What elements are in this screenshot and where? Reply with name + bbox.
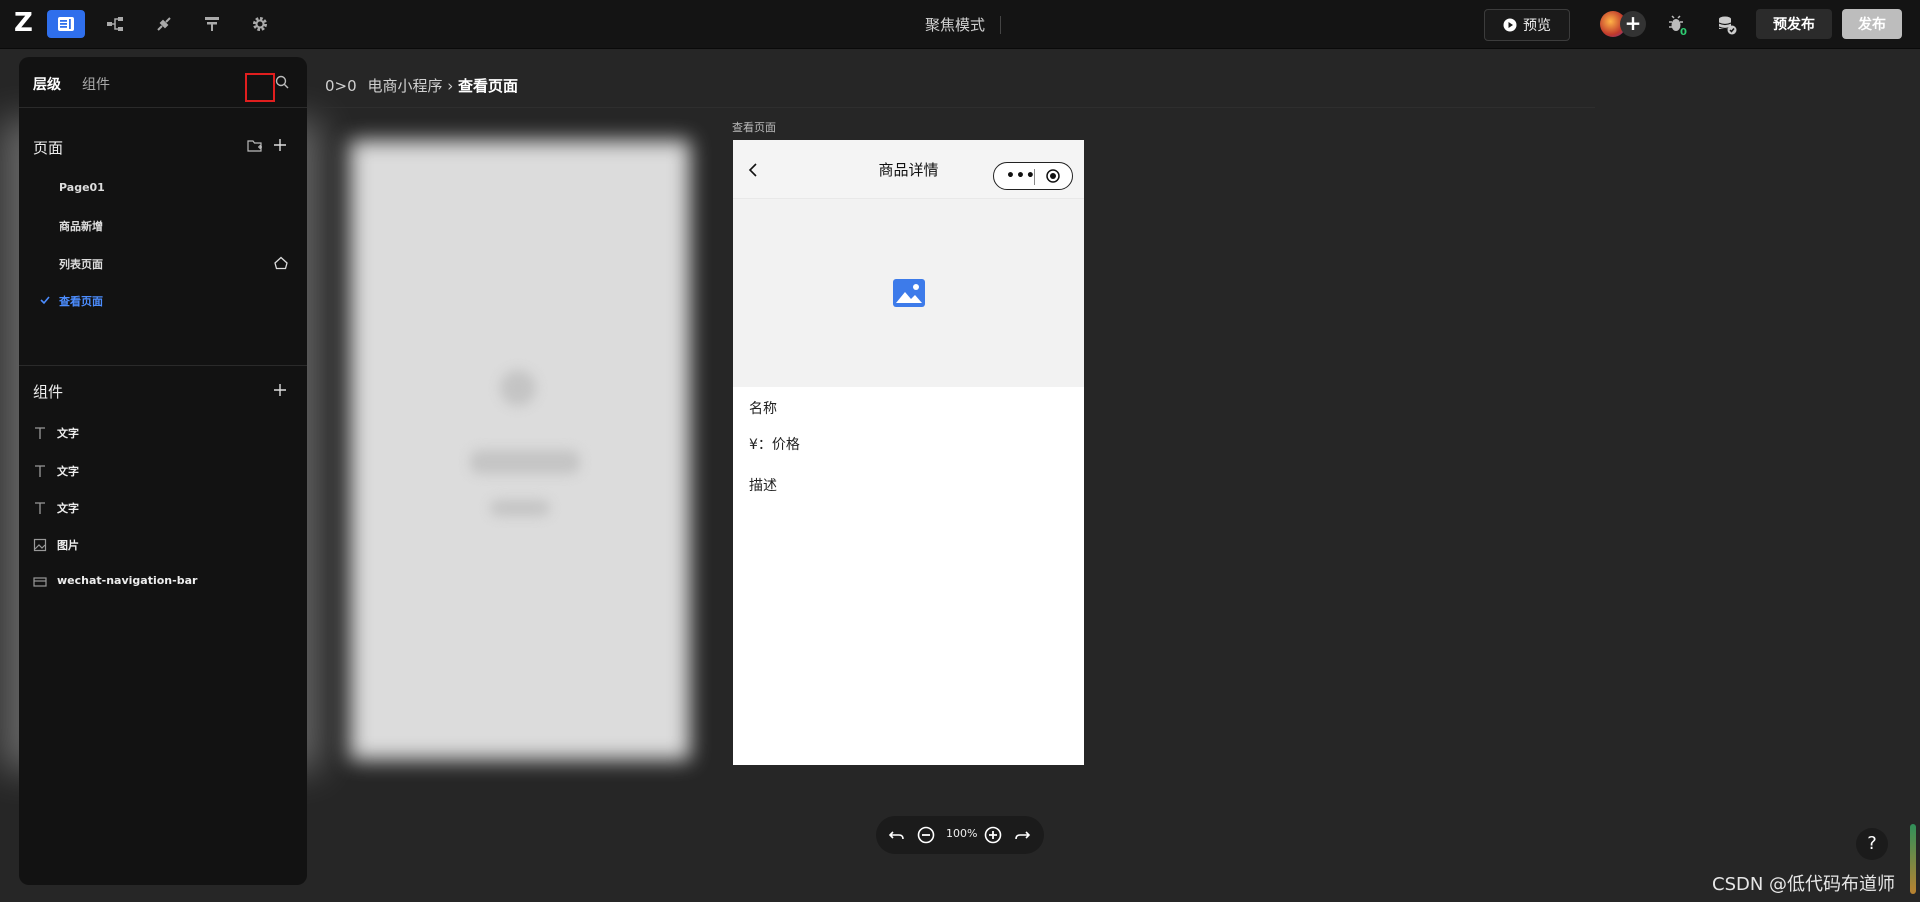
plugin-button[interactable] — [145, 10, 183, 38]
divider — [320, 107, 1595, 108]
zoom-out-icon[interactable] — [917, 826, 935, 844]
new-folder-icon[interactable] — [247, 138, 263, 154]
redo-icon[interactable] — [1013, 826, 1031, 844]
database-button[interactable] — [1714, 12, 1740, 38]
home-icon[interactable] — [273, 255, 289, 271]
blurred-dot — [500, 370, 536, 406]
tab-layers[interactable]: 层级 — [33, 74, 61, 94]
product-price-text[interactable]: ¥：价格 — [749, 434, 800, 454]
pages-section-title: 页面 — [33, 139, 64, 157]
zoom-in-icon[interactable] — [984, 826, 1002, 844]
text-icon — [35, 427, 45, 439]
svg-text:0: 0 — [1680, 27, 1687, 36]
divider — [1034, 169, 1035, 185]
database-icon — [1718, 16, 1737, 35]
database-table-icon — [205, 17, 219, 31]
add-collaborator-button[interactable]: + — [1620, 11, 1646, 37]
plug-icon — [157, 17, 171, 31]
flow-icon — [107, 17, 123, 31]
add-page-button[interactable] — [272, 137, 288, 153]
breadcrumb-app[interactable]: 电商小程序 — [367, 77, 442, 95]
blurred-dot — [470, 450, 580, 474]
more-icon[interactable]: ••• — [1006, 169, 1036, 183]
blurred-dot — [490, 500, 550, 516]
tab-components[interactable]: 组件 — [82, 74, 110, 94]
watermark: CSDN @低代码布道师 — [1712, 874, 1896, 895]
product-description-text[interactable]: 描述 — [749, 475, 777, 495]
add-component-button[interactable] — [272, 382, 288, 398]
image-placeholder-icon — [893, 279, 925, 307]
settings-button[interactable] — [241, 10, 279, 38]
page-item[interactable]: 列表页面 — [59, 256, 103, 272]
component-item[interactable]: 文字 — [57, 500, 79, 516]
pages-view-button[interactable] — [47, 10, 85, 38]
product-image[interactable] — [733, 199, 1084, 387]
page-canvas[interactable]: 商品详情 ••• 名称 ¥：价格 描述 — [733, 140, 1084, 765]
product-name-text[interactable]: 名称 — [749, 398, 777, 418]
breadcrumb: 0>0 电商小程序 › 查看页面 — [325, 75, 518, 96]
page-item-active[interactable]: 查看页面 — [59, 293, 103, 309]
component-item[interactable]: 图片 — [57, 537, 79, 553]
navigation-bar-icon — [33, 577, 47, 587]
help-button[interactable]: ? — [1856, 828, 1888, 860]
breadcrumb-root[interactable]: 0>0 — [325, 77, 357, 95]
divider — [19, 365, 307, 366]
bug-icon: 0 — [1669, 15, 1687, 36]
divider — [1000, 16, 1001, 34]
mini-program-capsule[interactable]: ••• — [993, 162, 1073, 190]
page-frame-label: 查看页面 — [732, 121, 776, 134]
preview-label: 预览 — [1523, 18, 1551, 34]
add-page-highlight — [245, 73, 275, 102]
debug-button[interactable]: 0 — [1664, 12, 1690, 38]
logic-flow-button[interactable] — [96, 10, 134, 38]
check-icon — [40, 296, 50, 305]
components-section-title: 组件 — [33, 383, 64, 401]
zoom-toolbar: 100% — [876, 816, 1044, 854]
close-target-icon[interactable] — [1046, 169, 1060, 183]
publish-button[interactable]: 发布 — [1842, 9, 1902, 39]
breadcrumb-current: 查看页面 — [458, 77, 519, 95]
component-item[interactable]: 文字 — [57, 463, 79, 479]
app-logo[interactable]: Z — [14, 10, 38, 36]
zoom-level[interactable]: 100% — [946, 827, 977, 840]
gear-icon — [253, 17, 267, 31]
component-item[interactable]: wechat-navigation-bar — [57, 574, 197, 587]
pre-publish-button[interactable]: 预发布 — [1756, 9, 1832, 39]
text-icon — [35, 502, 45, 514]
play-icon — [1503, 18, 1517, 32]
component-item[interactable]: 文字 — [57, 425, 79, 441]
text-icon — [35, 465, 45, 477]
breadcrumb-separator: › — [447, 77, 454, 95]
image-icon — [33, 538, 47, 552]
page-item[interactable]: 商品新增 — [59, 218, 103, 234]
page-item[interactable]: Page01 — [59, 181, 105, 194]
side-indicator — [1910, 824, 1916, 894]
top-bar: Z 聚焦模式 预览 + 0 预发布 发布 — [0, 0, 1920, 49]
preview-button[interactable]: 预览 — [1484, 9, 1570, 41]
wechat-navigation-bar[interactable]: 商品详情 ••• — [733, 140, 1084, 199]
data-model-button[interactable] — [193, 10, 231, 38]
undo-icon[interactable] — [888, 826, 906, 844]
search-icon[interactable] — [275, 75, 289, 89]
sidebar: 层级 组件 页面 Page01 商品新增 列表页面 查看页面 组件 文字 文字 … — [19, 57, 307, 885]
layout-icon — [58, 17, 74, 31]
